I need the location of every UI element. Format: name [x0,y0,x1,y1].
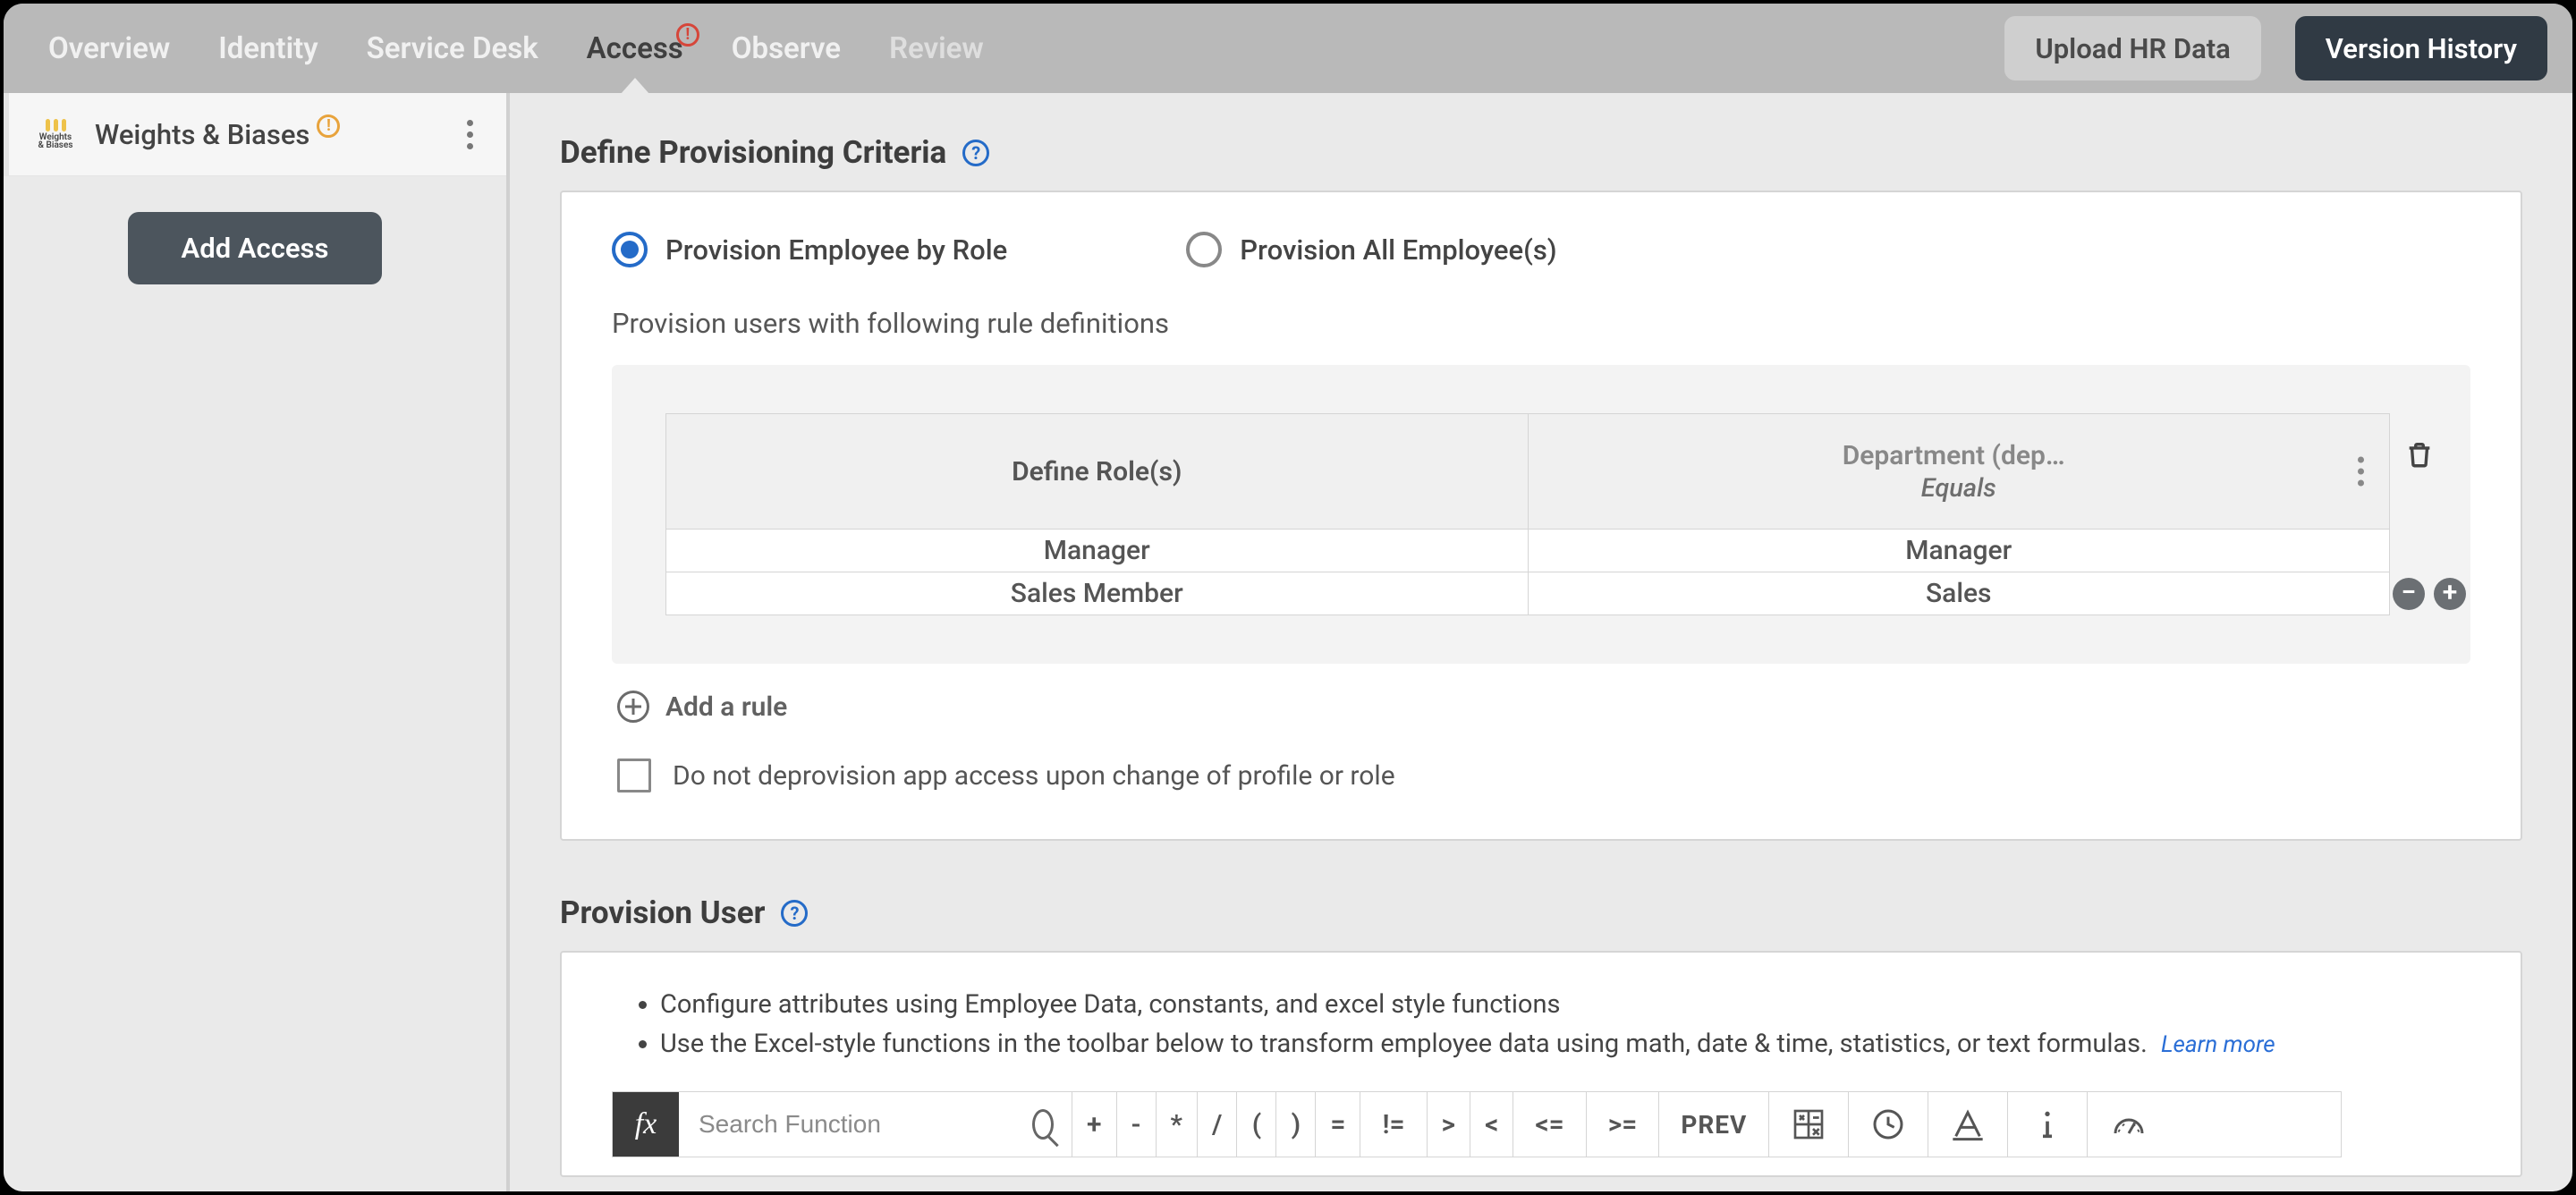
info-icon[interactable] [2008,1092,2088,1157]
criteria-panel: Provision Employee by Role Provision All… [560,191,2522,841]
rules-inner-panel: Define Role(s) Manager Sales Member Depa… [612,365,2470,664]
alert-icon: ! [676,23,699,47]
rule-definitions-subtext: Provision users with following rule defi… [612,307,2470,340]
tab-review[interactable]: Review [869,4,1004,93]
radio-label: Provision All Employee(s) [1240,233,1556,267]
column-menu-icon[interactable] [2358,457,2364,487]
tab-access[interactable]: Access ! [567,4,703,93]
op-eq[interactable]: = [1316,1092,1360,1157]
op-lt[interactable]: < [1470,1092,1513,1157]
provision-user-bullets: Configure attributes using Employee Data… [630,985,2470,1064]
op-div[interactable]: / [1198,1092,1237,1157]
table-cell-value[interactable]: Manager [1529,529,2390,572]
radio-icon-checked [612,232,648,267]
help-icon[interactable]: ? [781,900,808,927]
provision-user-panel: Configure attributes using Employee Data… [560,951,2522,1177]
tab-overview[interactable]: Overview [29,4,190,93]
define-criteria-title: Define Provisioning Criteria ? [560,134,2522,171]
define-criteria-title-text: Define Provisioning Criteria [560,134,946,171]
tab-service-desk[interactable]: Service Desk [347,4,558,93]
remove-row-button[interactable]: − [2393,578,2425,610]
tab-observe[interactable]: Observe [712,4,860,93]
op-gte[interactable]: >= [1587,1092,1660,1157]
bullet-item: Configure attributes using Employee Data… [660,985,2470,1024]
function-search-wrap [679,1092,1072,1157]
op-gt[interactable]: > [1428,1092,1471,1157]
table-cell-value[interactable]: Sales − + [1529,572,2390,614]
main-content: Define Provisioning Criteria ? Provision… [510,93,2572,1191]
op-prev[interactable]: PREV [1659,1092,1769,1157]
sidebar-item-label: Weights & Biases [95,118,309,151]
main-body: Weights& Biases Weights & Biases ! Add A… [4,93,2572,1191]
upload-hr-data-button[interactable]: Upload HR Data [2004,16,2260,81]
column-header-roles-text: Define Role(s) [1012,456,1182,487]
sidebar-item-app[interactable]: Weights& Biases Weights & Biases ! [4,93,506,176]
column-header-department-operator: Equals [1921,473,1996,504]
radio-provision-by-role[interactable]: Provision Employee by Role [612,232,1007,267]
radio-label: Provision Employee by Role [665,233,1007,267]
rules-table: Define Role(s) Manager Sales Member Depa… [665,413,2390,615]
op-rparen[interactable]: ) [1276,1092,1316,1157]
op-plus[interactable]: + [1072,1092,1117,1157]
add-access-button[interactable]: Add Access [128,212,383,284]
add-rule-label: Add a rule [665,691,787,723]
learn-more-link[interactable]: Learn more [2161,1031,2275,1058]
operator-bar: + - * / ( ) = != > < <= >= PREV [1072,1092,2341,1157]
help-icon[interactable]: ? [962,140,989,166]
add-row-button[interactable]: + [2434,578,2466,610]
tabs: Overview Identity Service Desk Access ! … [29,4,1004,93]
column-header-roles: Define Role(s) [666,414,1528,529]
checkbox-label: Do not deprovision app access upon chang… [673,760,1395,792]
op-lte[interactable]: <= [1513,1092,1586,1157]
sidebar-item-menu-icon[interactable] [445,114,488,155]
checkbox-icon[interactable] [617,759,651,792]
app-window: Overview Identity Service Desk Access ! … [4,4,2572,1191]
op-lparen[interactable]: ( [1237,1092,1276,1157]
provision-mode-radio-group: Provision Employee by Role Provision All… [612,232,2470,267]
table-cell-role[interactable]: Manager [666,529,1528,572]
gauge-icon[interactable] [2088,1092,2170,1157]
tab-access-label: Access [587,31,683,66]
version-history-button[interactable]: Version History [2295,16,2547,81]
add-rule-button[interactable]: Add a rule [617,691,2470,723]
table-cell-value-text: Sales [1926,578,1992,609]
function-search-input[interactable] [697,1109,1023,1140]
formula-bar: fx + - * / ( ) = != > [612,1091,2342,1157]
table-cell-role[interactable]: Sales Member [666,572,1528,614]
app-logo-icon: Weights& Biases [34,113,77,156]
text-icon[interactable] [1928,1092,2008,1157]
provision-user-title-text: Provision User [560,894,765,931]
radio-provision-all[interactable]: Provision All Employee(s) [1186,232,1556,267]
clock-icon[interactable] [1849,1092,1928,1157]
delete-rule-icon[interactable] [2404,438,2435,479]
warning-icon: ! [317,114,340,138]
row-actions: − + [2393,578,2466,610]
op-minus[interactable]: - [1117,1092,1157,1157]
bullet-item-text: Use the Excel-style functions in the too… [660,1029,2148,1059]
fx-icon: fx [613,1092,679,1157]
column-header-department-text: Department (department_name) [1843,440,2075,471]
plus-circle-icon [617,691,649,723]
tab-header: Overview Identity Service Desk Access ! … [4,4,2572,93]
calc-icon[interactable] [1769,1092,1849,1157]
column-header-department[interactable]: Department (department_name) Equals [1529,414,2390,529]
op-neq[interactable]: != [1360,1092,1427,1157]
op-mul[interactable]: * [1157,1092,1198,1157]
radio-icon-unchecked [1186,232,1222,267]
provision-user-title: Provision User ? [560,894,2522,931]
sidebar: Weights& Biases Weights & Biases ! Add A… [4,93,510,1191]
search-icon[interactable] [1032,1109,1054,1140]
tab-identity[interactable]: Identity [199,4,337,93]
no-deprovision-checkbox-row[interactable]: Do not deprovision app access upon chang… [617,759,2470,792]
bullet-item: Use the Excel-style functions in the too… [660,1024,2470,1064]
